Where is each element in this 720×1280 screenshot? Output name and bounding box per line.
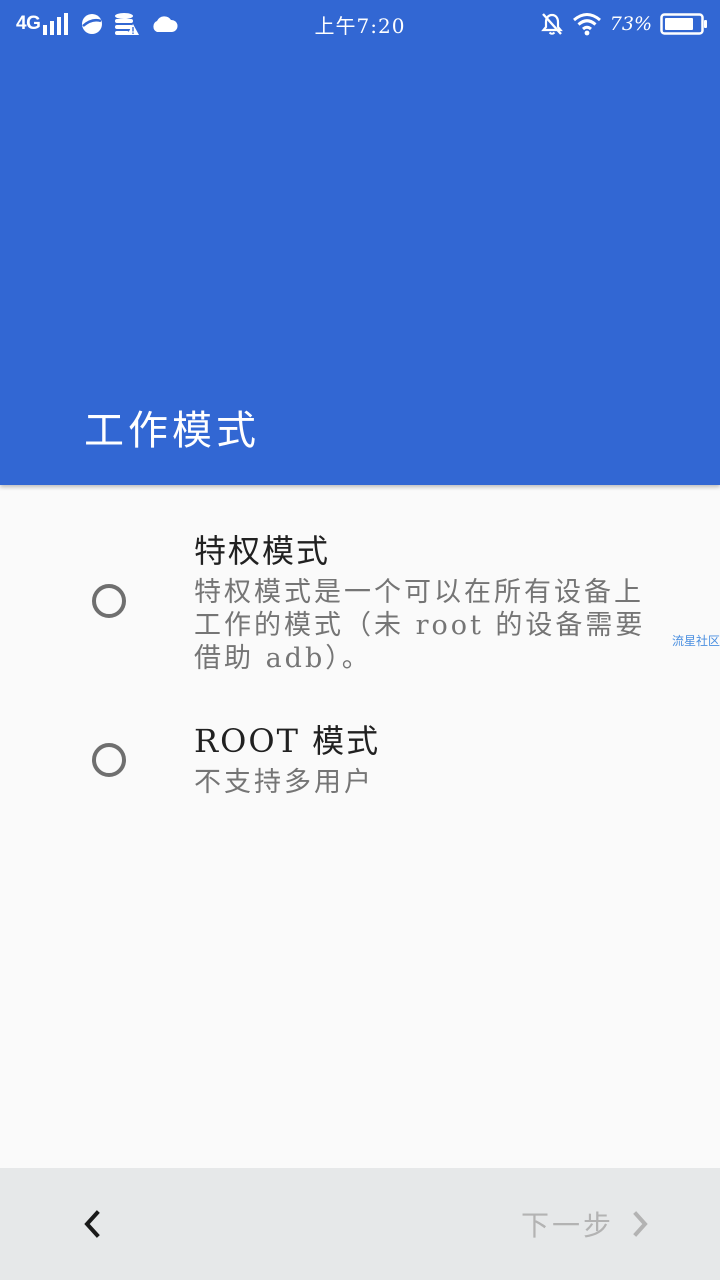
alarm-off-icon [540, 13, 563, 35]
option-description: 特权模式是一个可以在所有设备上工作的模式（未 root 的设备需要借助 adb）… [194, 577, 646, 674]
battery-icon [660, 13, 707, 35]
status-bar: 4G 上午7:20 73% [0, 0, 720, 48]
next-button-label: 下一步 [520, 1209, 614, 1242]
option-root-mode[interactable]: ROOT 模式 不支持多用户 [0, 718, 720, 808]
radio-button-root[interactable] [92, 743, 126, 777]
option-title: ROOT 模式 [194, 722, 381, 760]
option-title: 特权模式 [194, 532, 331, 570]
bottom-navigation-bar: 下一步 [0, 1168, 720, 1280]
back-button[interactable] [72, 1200, 112, 1248]
header: 4G 上午7:20 73% 工作模式 [0, 0, 720, 485]
option-text: ROOT 模式 不支持多用户 [194, 718, 664, 799]
wifi-icon [572, 13, 601, 36]
radio-button-privileged[interactable] [92, 584, 126, 618]
option-description: 不支持多用户 [194, 767, 374, 798]
chevron-right-icon [633, 1211, 648, 1237]
option-text: 特权模式 特权模式是一个可以在所有设备上工作的模式（未 root 的设备需要借助… [194, 528, 664, 675]
page-title: 工作模式 [84, 408, 260, 454]
next-button[interactable]: 下一步 [521, 1200, 650, 1248]
battery-percent: 73% [609, 13, 652, 35]
chevron-left-icon [84, 1210, 100, 1238]
status-bar-right: 73% [540, 10, 708, 38]
option-privileged-mode[interactable]: 特权模式 特权模式是一个可以在所有设备上工作的模式（未 root 的设备需要借助… [0, 528, 720, 678]
watermark: 流星社区 [671, 634, 720, 648]
